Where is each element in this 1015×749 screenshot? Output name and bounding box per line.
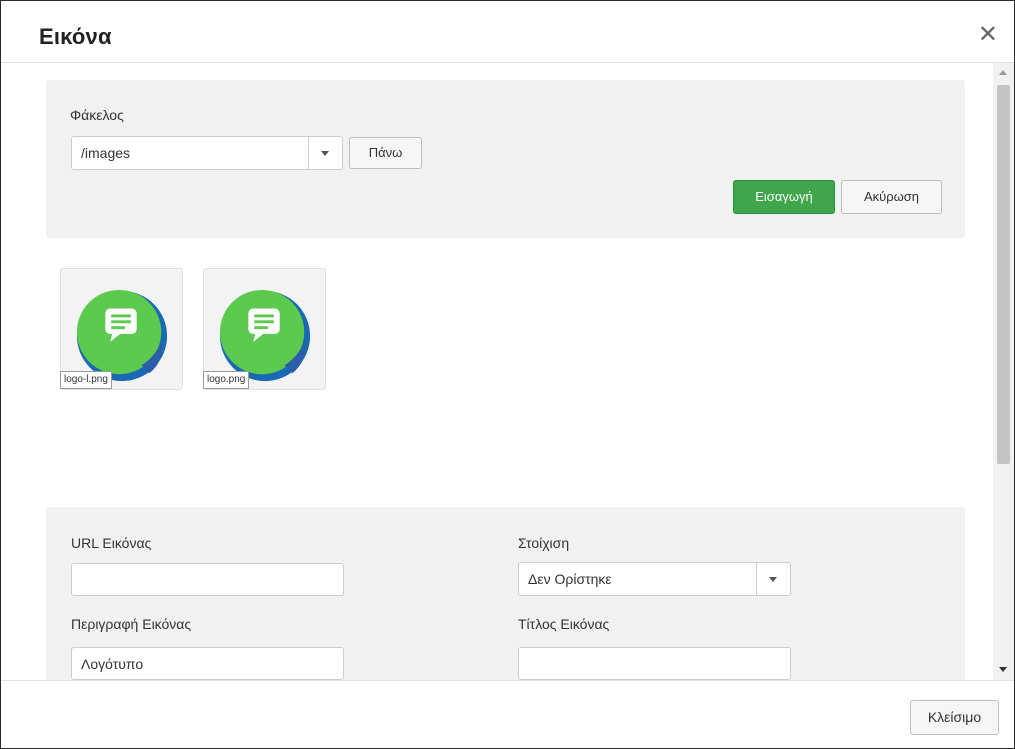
close-icon[interactable]: ✕ [978, 23, 998, 47]
folder-label: Φάκελος [70, 107, 124, 123]
scroll-up-icon[interactable] [999, 70, 1007, 75]
description-field-value: Λογότυπο [81, 656, 144, 672]
modal-footer: Κλείσιμο [1, 680, 1014, 748]
scrollbar-thumb[interactable] [997, 85, 1010, 464]
align-select[interactable]: Δεν Ορίστηκε [518, 562, 791, 596]
file-thumb[interactable]: logo-l.png [60, 268, 183, 390]
up-button[interactable]: Πάνω [349, 137, 422, 169]
insert-button[interactable]: Εισαγωγή [733, 180, 835, 214]
vertical-scrollbar[interactable] [993, 63, 1014, 680]
chevron-down-icon [756, 563, 790, 595]
modal-body: Φάκελος /images Πάνω Εισαγωγή Ακύρωση lo… [1, 63, 1014, 680]
cancel-button[interactable]: Ακύρωση [841, 180, 942, 214]
file-name: logo-l.png [60, 371, 112, 389]
folder-select[interactable]: /images [71, 136, 343, 170]
chevron-down-icon [308, 137, 342, 169]
image-title-label: Τίτλος Εικόνας [518, 616, 610, 632]
image-title-field[interactable] [518, 647, 791, 680]
folder-panel: Φάκελος /images Πάνω Εισαγωγή Ακύρωση [46, 80, 965, 238]
description-label: Περιγραφή Εικόνας [71, 616, 192, 632]
file-thumb[interactable]: logo.png [203, 268, 326, 390]
image-modal: Εικόνα ✕ Φάκελος /images Πάνω Εισαγωγή Α… [0, 0, 1015, 749]
scroll-down-icon[interactable] [999, 667, 1007, 672]
close-button[interactable]: Κλείσιμο [910, 700, 999, 735]
description-field[interactable]: Λογότυπο [71, 647, 344, 680]
modal-title: Εικόνα [39, 24, 112, 49]
modal-header: Εικόνα ✕ [1, 1, 1014, 63]
folder-select-value: /images [81, 145, 131, 161]
file-name: logo.png [203, 371, 250, 389]
align-label: Στοίχιση [518, 535, 570, 551]
url-field[interactable] [71, 563, 344, 596]
align-select-value: Δεν Ορίστηκε [528, 571, 612, 587]
url-label: URL Εικόνας [71, 535, 152, 551]
image-properties-panel: URL Εικόνας Στοίχιση Δεν Ορίστηκε Περιγρ… [46, 507, 965, 680]
